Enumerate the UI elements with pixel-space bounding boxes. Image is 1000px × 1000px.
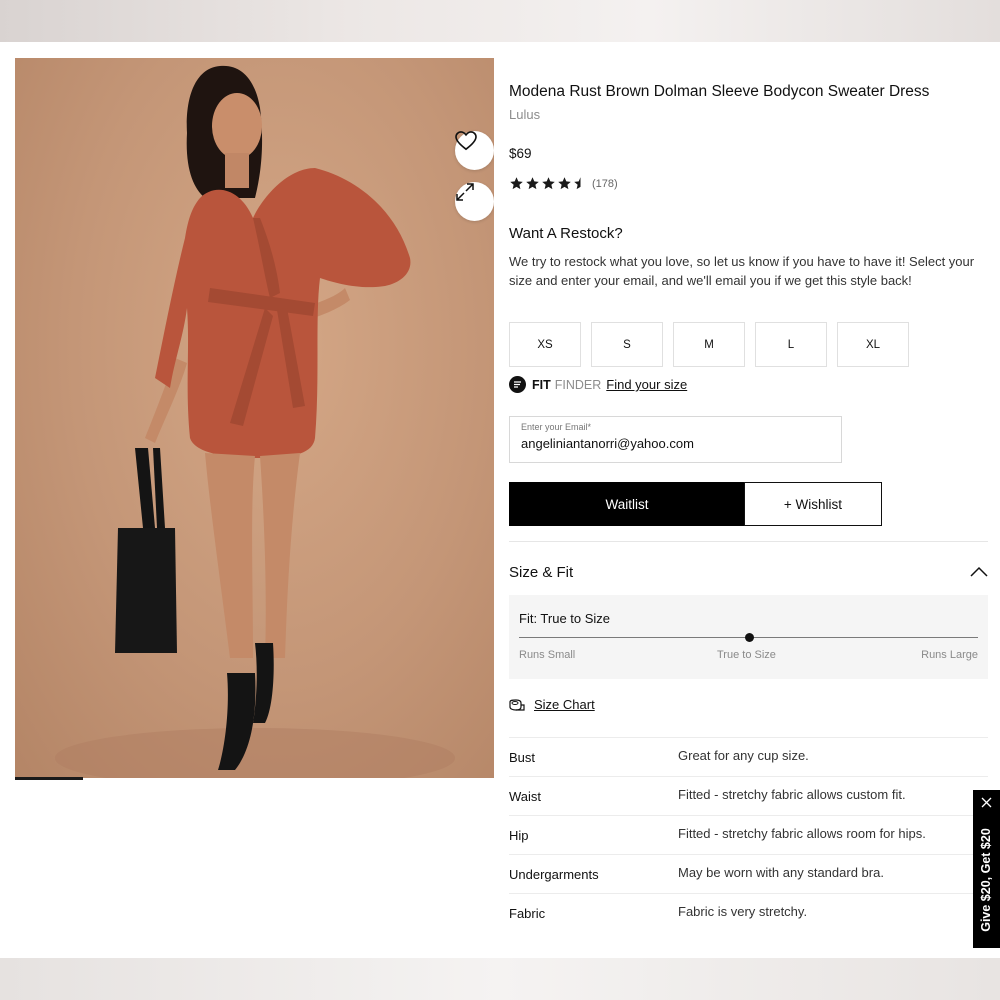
spec-value: Fitted - stretchy fabric allows room for…: [678, 826, 926, 841]
restock-description: We try to restock what you love, so let …: [509, 254, 975, 288]
size-fit-heading: Size & Fit: [509, 564, 574, 581]
spec-row-undergarments: Undergarments May be worn with any standa…: [509, 854, 988, 893]
size-chart-label: Size Chart: [534, 697, 595, 712]
fit-scale-large: Runs Large: [921, 649, 978, 661]
star-full-icon: [510, 177, 523, 190]
find-your-size-link[interactable]: Find your size: [606, 377, 687, 392]
size-option-l[interactable]: L: [755, 322, 827, 367]
star-full-icon: [542, 177, 555, 190]
fit-finder-logo-icon: [509, 376, 526, 393]
size-option-m[interactable]: M: [673, 322, 745, 367]
spec-row-fabric: Fabric Fabric is very stretchy.: [509, 893, 988, 932]
star-full-icon: [558, 177, 571, 190]
spec-key: Undergarments: [509, 867, 599, 882]
spec-row-hip: Hip Fitted - stretchy fabric allows room …: [509, 815, 988, 854]
close-icon[interactable]: [981, 797, 992, 808]
waitlist-button[interactable]: Waitlist: [509, 482, 745, 526]
wishlist-heart-button[interactable]: [455, 131, 494, 170]
star-full-icon: [526, 177, 539, 190]
spec-value: Great for any cup size.: [678, 748, 809, 763]
spec-row-waist: Waist Fitted - stretchy fabric allows cus…: [509, 776, 988, 815]
fit-finder-fit: FIT: [532, 377, 551, 392]
fit-label: Fit: True to Size: [519, 611, 611, 626]
fit-finder-finder: FINDER: [554, 377, 602, 392]
heart-icon: [455, 131, 477, 151]
size-option-xs[interactable]: XS: [509, 322, 581, 367]
fit-scale-true: True to Size: [717, 649, 776, 661]
product-title: Modena Rust Brown Dolman Sleeve Bodycon …: [509, 83, 930, 100]
expand-image-button[interactable]: [455, 182, 494, 221]
size-chart-icon: [509, 698, 525, 711]
size-selector: XS S M L XL: [509, 322, 909, 367]
fit-scale-panel: Fit: True to Size Runs Small True to Siz…: [509, 595, 988, 679]
spec-value: Fitted - stretchy fabric allows custom f…: [678, 787, 906, 802]
spec-key: Hip: [509, 828, 529, 843]
spec-value: Fabric is very stretchy.: [678, 904, 808, 919]
rating-stars: [509, 176, 588, 191]
spec-key: Fabric: [509, 906, 546, 921]
size-option-xl[interactable]: XL: [837, 322, 909, 367]
email-field-label: Enter your Email*: [521, 422, 592, 432]
email-input[interactable]: [521, 436, 831, 451]
image-carousel-indicator: [15, 777, 83, 780]
chevron-up-icon: [970, 566, 988, 577]
spec-key: Waist: [509, 789, 542, 804]
fit-scale-small: Runs Small: [519, 649, 576, 661]
section-divider: [509, 541, 988, 542]
product-image[interactable]: [15, 58, 494, 778]
size-fit-accordion-header[interactable]: Size & Fit: [509, 564, 988, 584]
model-illustration: [55, 65, 455, 778]
spec-row-bust: Bust Great for any cup size.: [509, 737, 988, 776]
spec-key: Bust: [509, 750, 536, 765]
top-fade: [0, 0, 1000, 42]
fit-finder: FIT FINDER Find your size: [509, 376, 687, 393]
expand-icon: [456, 183, 474, 201]
email-field[interactable]: Enter your Email*: [509, 416, 842, 463]
referral-promo-tab[interactable]: Give $20, Get $20: [973, 790, 1000, 948]
fit-scale-marker: [744, 633, 754, 642]
star-half-icon: [574, 177, 581, 190]
product-brand[interactable]: Lulus: [509, 107, 540, 122]
bottom-fade: [0, 958, 1000, 1000]
promo-text: Give $20, Get $20: [979, 828, 993, 932]
rating-count[interactable]: (178): [592, 178, 618, 190]
restock-heading: Want A Restock?: [509, 225, 623, 242]
size-option-s[interactable]: S: [591, 322, 663, 367]
add-to-wishlist-button[interactable]: + Wishlist: [744, 482, 882, 526]
spec-value: May be worn with any standard bra.: [678, 865, 884, 880]
size-chart-link[interactable]: Size Chart: [509, 697, 595, 712]
product-price: $69: [509, 146, 532, 161]
product-rating[interactable]: (178): [509, 176, 618, 191]
